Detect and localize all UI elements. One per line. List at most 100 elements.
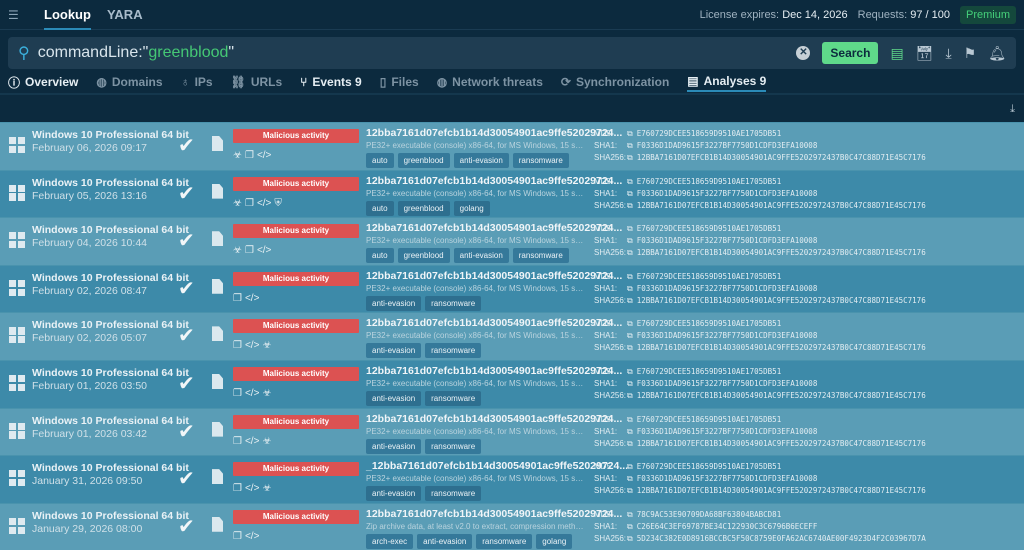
tag[interactable]: anti-evasion bbox=[366, 295, 422, 311]
bell-icon[interactable]: 🔔︎ bbox=[988, 45, 1006, 62]
tag[interactable]: anti-evasion bbox=[453, 248, 509, 264]
tab-urls[interactable]: ⛓ URLs bbox=[231, 72, 283, 92]
table-row[interactable]: Windows 10 Professional 64 bit February … bbox=[0, 407, 1024, 456]
calendar-icon[interactable]: 📅︎ bbox=[916, 45, 934, 62]
copy-icon[interactable]: ⧉ bbox=[627, 426, 633, 438]
file-name[interactable]: _12bba7161d07efcb1b14d30054901ac9ffe5202… bbox=[366, 460, 628, 472]
copy-icon[interactable]: ⧉ bbox=[627, 188, 633, 200]
tab-synchronization[interactable]: ⟳ Synchronization bbox=[561, 72, 669, 92]
tag[interactable]: auto bbox=[366, 248, 394, 264]
hashes: MD5: ⧉ E760729DCEE518659D9510AE1705DB51 SHA… bbox=[594, 128, 926, 164]
file-name[interactable]: 12bba7161d07efcb1b14d30054901ac9ffe52029… bbox=[366, 365, 622, 377]
biohazard-icon: ☣ bbox=[262, 435, 272, 447]
file-name[interactable]: 12bba7161d07efcb1b14d30054901ac9ffe52029… bbox=[366, 127, 622, 139]
analysis-date: February 02, 2026 05:07 bbox=[32, 332, 147, 345]
copy-icon[interactable]: ⧉ bbox=[627, 283, 633, 295]
tag[interactable]: ransomware bbox=[476, 533, 533, 549]
copy-icon[interactable]: ⧉ bbox=[627, 461, 633, 473]
search-input[interactable]: commandLine:"greenblood" bbox=[38, 44, 234, 62]
tag[interactable]: anti-evasion bbox=[366, 486, 422, 502]
table-row[interactable]: Windows 10 Professional 64 bit February … bbox=[0, 359, 1024, 408]
tab-domains[interactable]: ◍ Domains bbox=[96, 72, 162, 92]
tag[interactable]: greenblood bbox=[397, 153, 450, 168]
copy-icon[interactable]: ⧉ bbox=[627, 366, 633, 378]
tab-lookup[interactable]: Lookup bbox=[44, 0, 91, 30]
tab-analyses[interactable]: ▤ Analyses 9 bbox=[687, 72, 767, 92]
query-builder-icon[interactable]: ▤ bbox=[890, 45, 903, 62]
copy-icon[interactable]: ⧉ bbox=[627, 473, 633, 485]
copy-icon[interactable]: ⧉ bbox=[627, 152, 633, 164]
tag[interactable]: anti-evasion bbox=[417, 533, 473, 549]
copy-icon[interactable]: ⧉ bbox=[627, 318, 633, 330]
file-name[interactable]: 12bba7161d07efcb1b14d30054901ac9ffe52029… bbox=[366, 508, 622, 520]
file-name[interactable]: 12bba7161d07efcb1b14d30054901ac9ffe52029… bbox=[366, 222, 622, 234]
tab-yara[interactable]: YARA bbox=[107, 0, 143, 30]
file-name[interactable]: 12bba7161d07efcb1b14d30054901ac9ffe52029… bbox=[366, 317, 622, 329]
clear-icon[interactable]: ✕ bbox=[796, 46, 811, 60]
tag[interactable]: greenblood bbox=[397, 200, 450, 216]
sha1-value: F0336D1DAD9615F3227BF7750D1CDFD3EFA10008 bbox=[636, 474, 818, 484]
copy-icon[interactable]: ⧉ bbox=[627, 223, 633, 235]
tag[interactable]: auto bbox=[366, 153, 394, 168]
download-icon[interactable]: ⤓ bbox=[945, 45, 951, 62]
file-name[interactable]: 12bba7161d07efcb1b14d30054901ac9ffe52029… bbox=[366, 413, 622, 425]
copy-icon[interactable]: ⧉ bbox=[627, 438, 633, 450]
tag[interactable]: anti-evasion bbox=[366, 343, 422, 359]
file-name[interactable]: 12bba7161d07efcb1b14d30054901ac9ffe52029… bbox=[366, 175, 622, 187]
tag[interactable]: greenblood bbox=[397, 248, 450, 264]
tag[interactable]: ransomware bbox=[425, 438, 482, 454]
table-row[interactable]: Windows 10 Professional 64 bit February … bbox=[0, 312, 1024, 360]
tag[interactable]: golang bbox=[453, 200, 490, 216]
tag[interactable]: ransomware bbox=[425, 343, 482, 359]
bookmark-icon[interactable]: ⚑ bbox=[964, 45, 977, 62]
tag[interactable]: arch-exec bbox=[366, 533, 414, 549]
menu-icon[interactable]: ☰ bbox=[8, 8, 22, 22]
table-row[interactable]: Windows 10 Professional 64 bit January 2… bbox=[0, 502, 1024, 550]
table-row[interactable]: Windows 10 Professional 64 bit February … bbox=[0, 169, 1024, 218]
tag[interactable]: ransomware bbox=[512, 153, 569, 168]
tag[interactable]: ransomware bbox=[425, 390, 482, 406]
copy-icon[interactable]: ⧉ bbox=[627, 378, 633, 390]
tag[interactable]: ransomware bbox=[425, 295, 482, 311]
sha1-line: SHA1: ⧉ F0336D1DAD9615F3227BF7750D1CDFD3EF… bbox=[594, 140, 926, 152]
copy-icon[interactable]: ⧉ bbox=[627, 533, 633, 545]
copy-icon[interactable]: ⧉ bbox=[627, 271, 633, 283]
tab-files[interactable]: ▯ Files bbox=[380, 72, 419, 92]
search-bar[interactable]: ⚲ commandLine:"greenblood" ✕ Search ▤ 📅︎… bbox=[8, 37, 1016, 69]
copy-icon[interactable]: ⧉ bbox=[627, 176, 633, 188]
copy-icon[interactable]: ⧉ bbox=[627, 140, 633, 152]
tag[interactable]: ransomware bbox=[512, 248, 569, 264]
tag[interactable]: golang bbox=[536, 533, 573, 549]
tab-events[interactable]: ⑂ Events 9 bbox=[300, 72, 362, 92]
tag[interactable]: anti-evasion bbox=[366, 390, 422, 406]
search-button[interactable]: Search bbox=[822, 42, 879, 64]
md5-label: MD5: bbox=[594, 224, 614, 234]
copy-icon[interactable]: ⧉ bbox=[627, 485, 633, 497]
tag[interactable]: anti-evasion bbox=[366, 438, 422, 454]
copy-icon[interactable]: ⧉ bbox=[627, 390, 633, 402]
copy-icon[interactable]: ⧉ bbox=[627, 295, 633, 307]
copy-icon[interactable]: ⧉ bbox=[627, 342, 633, 354]
tag[interactable]: anti-evasion bbox=[453, 153, 509, 168]
tag[interactable]: ransomware bbox=[425, 486, 482, 502]
file-icon bbox=[212, 136, 223, 151]
table-row[interactable]: Windows 10 Professional 64 bit February … bbox=[0, 217, 1024, 265]
table-row[interactable]: Windows 10 Professional 64 bit January 3… bbox=[0, 455, 1024, 503]
file-name[interactable]: 12bba7161d07efcb1b14d30054901ac9ffe52029… bbox=[366, 270, 622, 282]
tag[interactable]: auto bbox=[366, 200, 394, 216]
copy-icon[interactable]: ⧉ bbox=[627, 414, 633, 426]
copy-icon[interactable]: ⧉ bbox=[627, 235, 633, 247]
copy-icon[interactable]: ⧉ bbox=[627, 330, 633, 342]
copy-icon[interactable]: ⧉ bbox=[627, 128, 633, 140]
tab-icon: ♁ bbox=[180, 75, 190, 89]
tab-overview[interactable]: ⓘ Overview bbox=[8, 72, 78, 92]
copy-icon[interactable]: ⧉ bbox=[627, 247, 633, 259]
tab-network[interactable]: ◍ Network threats bbox=[437, 72, 543, 92]
table-row[interactable]: Windows 10 Professional 64 bit February … bbox=[0, 264, 1024, 313]
tab-ips[interactable]: ♁ IPs bbox=[181, 72, 213, 92]
copy-icon[interactable]: ⧉ bbox=[627, 200, 633, 212]
table-row[interactable]: Windows 10 Professional 64 bit February … bbox=[0, 122, 1024, 170]
export-icon[interactable]: ⤓ bbox=[1010, 103, 1015, 116]
copy-icon[interactable]: ⧉ bbox=[627, 521, 633, 533]
copy-icon[interactable]: ⧉ bbox=[627, 509, 633, 521]
